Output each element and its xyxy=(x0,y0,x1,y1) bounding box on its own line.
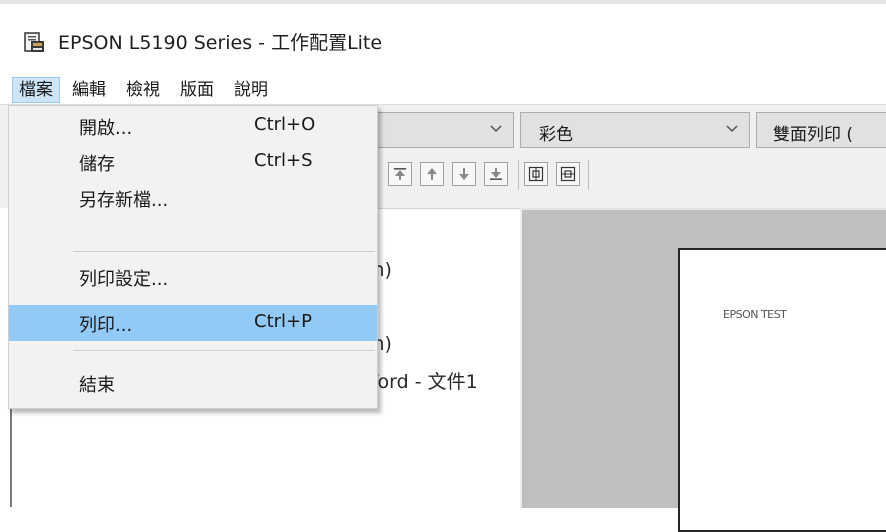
toolbar-divider xyxy=(588,160,589,190)
menu-edit[interactable]: 編輯 xyxy=(66,78,112,102)
menu-bar: 檔案 編輯 檢視 版面 說明 xyxy=(0,77,886,104)
menu-item-label: 列印... xyxy=(79,315,133,336)
move-down-icon xyxy=(459,168,469,180)
move-bottom-button[interactable] xyxy=(484,162,508,186)
duplex-value: 雙面列印 ( xyxy=(773,125,854,145)
menu-item-label: 列印設定... xyxy=(79,269,169,290)
menu-item-shortcut: Ctrl+P xyxy=(254,311,312,332)
center-page-icon xyxy=(528,166,544,182)
toolbar-divider xyxy=(518,160,519,190)
move-top-icon xyxy=(394,168,406,180)
move-up-icon xyxy=(427,168,437,180)
menu-item-exit[interactable]: 結束 xyxy=(9,365,377,401)
menu-item-print[interactable]: 列印... Ctrl+P xyxy=(9,305,377,341)
color-mode-value: 彩色 xyxy=(539,125,573,145)
window-title: EPSON L5190 Series - 工作配置Lite xyxy=(58,32,383,54)
move-top-button[interactable] xyxy=(388,162,412,186)
menu-separator xyxy=(73,350,375,351)
menu-item-shortcut: Ctrl+S xyxy=(254,150,313,171)
menu-item-label: 另存新檔... xyxy=(79,190,169,211)
menu-item-save-as[interactable]: 另存新檔... xyxy=(9,180,377,216)
page-preview-area: EPSON TEST xyxy=(520,208,886,532)
menu-item-shortcut: Ctrl+O xyxy=(254,114,316,135)
menu-help[interactable]: 說明 xyxy=(228,78,274,102)
preview-page-text: EPSON TEST xyxy=(723,308,787,321)
move-up-button[interactable] xyxy=(420,162,444,186)
fit-page-icon xyxy=(560,166,576,182)
menu-file[interactable]: 檔案 xyxy=(12,77,60,103)
menu-view[interactable]: 檢視 xyxy=(120,78,166,102)
menu-separator xyxy=(73,251,375,252)
title-bar: EPSON L5190 Series - 工作配置Lite xyxy=(0,0,886,78)
menu-item-label: 儲存 xyxy=(79,154,115,175)
move-down-button[interactable] xyxy=(452,162,476,186)
menu-item-print-setup[interactable]: 列印設定... xyxy=(9,259,377,295)
move-bottom-icon xyxy=(490,168,502,180)
duplex-select[interactable]: 雙面列印 ( xyxy=(756,112,886,148)
job-document-name: Vord - 文件1 xyxy=(366,371,478,393)
menu-item-label: 結束 xyxy=(79,375,115,396)
fit-page-button[interactable] xyxy=(556,162,580,186)
menu-layout[interactable]: 版面 xyxy=(174,78,220,102)
center-page-button[interactable] xyxy=(524,162,548,186)
chevron-down-icon xyxy=(490,125,502,133)
menu-item-label: 開啟... xyxy=(79,118,133,139)
menu-item-open[interactable]: 開啟... Ctrl+O xyxy=(9,108,377,144)
color-mode-select[interactable]: 彩色 xyxy=(520,112,750,148)
printer-app-icon xyxy=(22,31,46,55)
file-menu-dropdown: 開啟... Ctrl+O 儲存 Ctrl+S 另存新檔... 列印設定... 列… xyxy=(8,105,378,409)
title-bar-border xyxy=(0,0,886,4)
chevron-down-icon xyxy=(726,125,738,133)
preview-paper[interactable]: EPSON TEST xyxy=(678,248,886,532)
menu-item-save[interactable]: 儲存 Ctrl+S xyxy=(9,144,377,180)
